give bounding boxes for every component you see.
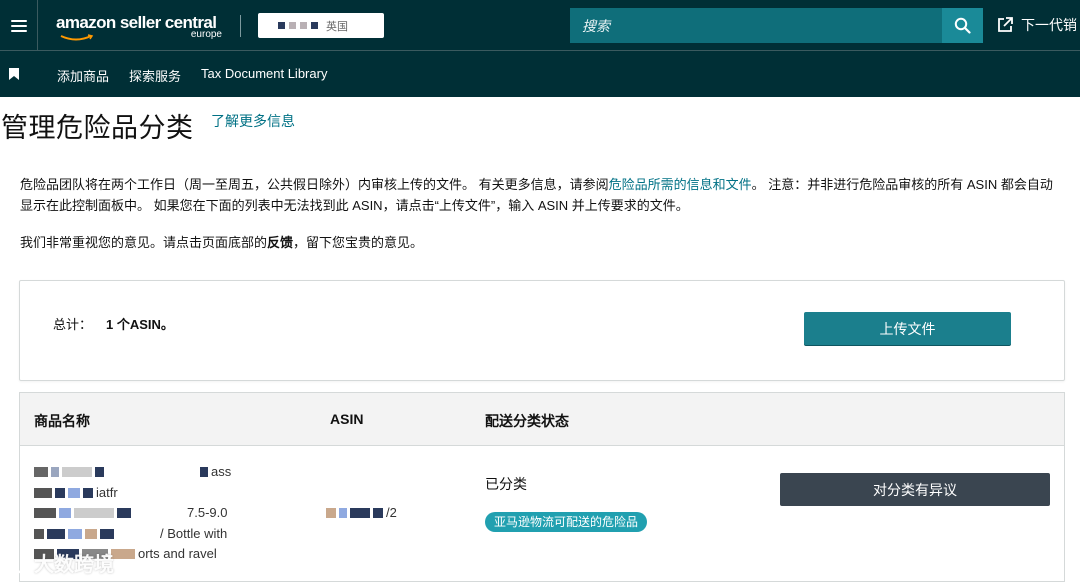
watermark-text: 大数跨境 [34, 554, 114, 576]
product-name-line: iatfr [34, 483, 324, 504]
feedback-text: 我们非常重视您的意见。请点击页面底部的 [20, 235, 268, 250]
intro-text: 危险品团队将在两个工作日（周一至周五，公共假日除外）内审核上传的文件。 有关更多… [20, 177, 609, 192]
redacted-block [300, 22, 307, 29]
menu-button[interactable] [0, 0, 38, 51]
redacted-block [68, 528, 82, 539]
redacted-block [350, 507, 370, 518]
feedback-paragraph: 我们非常重视您的意见。请点击页面底部的反馈，留下您宝贵的意见。 [20, 232, 1060, 253]
redacted-block [134, 508, 184, 518]
watermark-logo-icon [7, 552, 29, 573]
fba-hazmat-badge: 亚马逊物流可配送的危险品 [485, 512, 648, 532]
asin-value[interactable]: /2 [326, 505, 397, 520]
feedback-text: ，留下您宝贵的意见。 [293, 235, 424, 250]
learn-more-link[interactable]: 了解更多信息 [211, 111, 295, 131]
watermark: 大数跨境 [6, 548, 114, 577]
col-asin[interactable]: ASIN [330, 411, 363, 427]
bookmark-icon[interactable] [9, 68, 19, 80]
next-gen-link[interactable]: 下一代销 [996, 15, 1077, 35]
product-name-fragment: 7.5-9.0 [187, 505, 228, 520]
intro-paragraph: 危险品团队将在两个工作日（周一至周五，公共假日除外）内审核上传的文件。 有关更多… [20, 174, 1060, 216]
nav-explore-services[interactable]: 探索服务 [129, 66, 181, 85]
redacted-block [59, 508, 71, 519]
redacted-block [85, 528, 97, 539]
dispute-classification-button[interactable]: 对分类有异议 [780, 473, 1050, 506]
redacted-block [68, 487, 80, 498]
redacted-block [34, 487, 52, 498]
redacted-block [278, 22, 285, 29]
asin-total: 总计： 1 个ASIN。 [53, 314, 174, 333]
menu-icon [10, 19, 27, 32]
top-header: amazon seller central europe 英国 下一代销 [0, 0, 1080, 51]
total-value: 1 个ASIN。 [106, 317, 174, 332]
page-title: 管理危险品分类 [1, 113, 194, 143]
classification-status: 已分类 [485, 476, 527, 492]
redacted-block [95, 467, 104, 478]
hazmat-table: 商品名称 ASIN 配送分类状态 ass iatfr 7.5-9.0 / Bot… [19, 392, 1065, 582]
search-icon [954, 17, 971, 34]
redacted-block [339, 507, 347, 518]
search-bar [570, 8, 983, 43]
col-fulfillment-status[interactable]: 配送分类状态 [485, 411, 569, 431]
redacted-block [111, 549, 135, 560]
product-name-line: / Bottle with [34, 524, 324, 545]
seller-central-logo[interactable]: amazon seller central europe [56, 13, 226, 43]
redacted-block [83, 487, 93, 498]
redacted-block [107, 467, 197, 477]
redacted-block [62, 467, 92, 478]
amazon-smile-icon [60, 34, 94, 41]
redacted-block [289, 22, 296, 29]
redacted-block [373, 507, 383, 518]
external-link-icon [998, 17, 1013, 32]
nav-add-products[interactable]: 添加商品 [57, 66, 109, 85]
redacted-block [34, 467, 48, 478]
search-input[interactable] [570, 8, 942, 43]
redacted-block [55, 487, 65, 498]
product-name-fragment: iatfr [96, 484, 118, 500]
redacted-block [311, 22, 318, 29]
hazmat-docs-link[interactable]: 危险品所需的信息和文件 [609, 177, 752, 192]
redacted-block [117, 529, 157, 539]
product-name-fragment: orts and ravel [138, 546, 217, 561]
redacted-block [200, 467, 208, 478]
redacted-block [47, 528, 65, 539]
redacted-block [74, 508, 114, 519]
product-name-line: ass [34, 462, 324, 483]
col-product-name[interactable]: 商品名称 [34, 411, 90, 431]
upload-file-button[interactable]: 上传文件 [804, 312, 1011, 345]
feedback-keyword: 反馈 [267, 235, 294, 250]
redacted-block [326, 507, 336, 518]
product-name-line: 7.5-9.0 [34, 503, 324, 524]
product-name-fragment: / Bottle with [160, 525, 228, 541]
table-header: 商品名称 ASIN 配送分类状态 [20, 393, 1064, 446]
search-button[interactable] [942, 8, 983, 43]
marketplace-label: 英国 [326, 20, 348, 33]
marketplace-selector[interactable]: 英国 [258, 13, 384, 38]
redacted-block [100, 528, 114, 539]
nav-tax-document-library[interactable]: Tax Document Library [201, 66, 327, 81]
summary-panel: 总计： 1 个ASIN。 上传文件 [19, 280, 1065, 381]
total-label: 总计： [53, 317, 93, 332]
product-name-fragment: ass [211, 464, 232, 479]
redacted-block [51, 467, 59, 478]
header-divider [240, 15, 241, 37]
redacted-block [34, 528, 44, 539]
logo-region: europe [190, 29, 222, 40]
next-gen-label: 下一代销 [1021, 17, 1077, 33]
redacted-block [34, 508, 56, 519]
secondary-nav: 添加商品 探索服务 Tax Document Library [0, 51, 1080, 97]
asin-fragment: /2 [386, 505, 397, 520]
redacted-block [117, 508, 131, 519]
